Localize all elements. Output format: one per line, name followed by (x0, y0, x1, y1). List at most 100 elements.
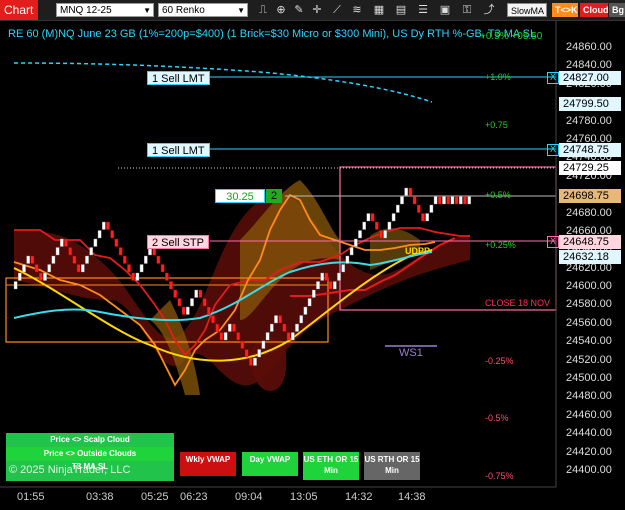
renko-brick-up (400, 196, 404, 205)
renko-brick-down (131, 272, 136, 281)
renko-brick-down (370, 213, 375, 222)
renko-brick-up (354, 238, 358, 247)
renko-brick-down (286, 332, 291, 341)
close-marker-label: CLOSE 18 NOV (485, 298, 551, 308)
renko-brick-up (312, 289, 316, 298)
renko-brick-up (316, 281, 320, 290)
price-axis-tick: 24860.00 (566, 41, 612, 53)
renko-brick-down (219, 332, 224, 341)
renko-brick-down (198, 289, 203, 298)
position-pnl[interactable]: 30.25 (215, 189, 265, 203)
time-axis-label: 14:38 (398, 491, 426, 503)
renko-brick-down (282, 323, 287, 332)
renko-brick-up (307, 298, 312, 307)
renko-brick-down (173, 289, 178, 298)
legend-weekly-vwap[interactable]: Wkly VWAP (180, 452, 236, 476)
price-axis-tick: 24600.00 (566, 280, 612, 293)
renko-brick-up (223, 332, 228, 341)
renko-brick-up (295, 323, 299, 332)
renko-brick-up (299, 315, 304, 324)
price-marker-label: 24799.50 (559, 96, 621, 111)
renko-brick-up (391, 213, 396, 222)
price-axis-tick: 24560.00 (566, 316, 612, 329)
renko-brick-down (454, 196, 459, 205)
renko-brick-up (101, 221, 106, 230)
position-quantity[interactable]: 2 (266, 189, 282, 203)
legend-us-rth-or[interactable]: US RTH OR 15 Min (364, 452, 420, 480)
cancel-order-icon[interactable]: X (547, 144, 559, 157)
renko-brick-down (202, 298, 207, 307)
price-axis-tick: 24840.00 (566, 59, 612, 72)
renko-brick-up (253, 357, 257, 366)
renko-brick-up (80, 264, 85, 273)
renko-brick-down (106, 221, 110, 230)
time-axis-label: 06:23 (180, 491, 208, 503)
renko-brick-down (34, 264, 39, 273)
renko-brick-down (114, 238, 119, 247)
renko-brick-up (47, 264, 51, 273)
time-axis-label: 05:25 (141, 491, 169, 503)
price-marker-label: 24648.75 (559, 235, 621, 250)
price-axis-tick: 24780.00 (566, 114, 612, 127)
price-marker-label: 24632.18 (559, 250, 621, 265)
renko-brick-down (68, 247, 72, 256)
renko-brick-down (39, 272, 43, 281)
percent-level-label: -0.75% (485, 471, 514, 482)
renko-brick-up (396, 204, 400, 213)
slow-ma-dashed-line (13, 62, 433, 103)
renko-brick-down (248, 357, 253, 366)
time-axis-label: 03:38 (86, 491, 114, 503)
renko-brick-down (215, 323, 220, 332)
renko-brick-down (240, 340, 245, 349)
percent-level-label: +0.5% (485, 190, 511, 201)
percent-level-label: -0.25% (485, 356, 514, 367)
renko-brick-up (270, 323, 274, 332)
renko-brick-up (139, 264, 144, 273)
renko-brick-down (438, 196, 442, 205)
renko-brick-up (55, 247, 60, 256)
renko-brick-down (110, 230, 114, 239)
renko-brick-down (181, 306, 186, 315)
cancel-order-icon[interactable]: X (547, 72, 559, 85)
cancel-order-icon[interactable]: X (547, 236, 559, 249)
renko-brick-down (278, 315, 283, 324)
renko-brick-down (122, 255, 127, 264)
percent-level-label: +0.25% (485, 239, 516, 250)
sell-stp-order-tag[interactable]: 2 Sell STP (147, 235, 209, 250)
renko-brick-down (446, 196, 451, 205)
sell-lmt-order-tag[interactable]: 1 Sell LMT (147, 143, 210, 158)
renko-brick-up (51, 255, 56, 264)
renko-brick-down (417, 204, 421, 213)
legend-day-vwap[interactable]: Day VWAP (242, 452, 298, 476)
renko-brick-up (349, 247, 354, 256)
legend-scalp-cloud[interactable]: Price <> Scalp Cloud (6, 433, 174, 447)
udpp-label: UDPP (405, 246, 431, 256)
price-axis-tick: 24500.00 (566, 372, 612, 385)
renko-brick-up (43, 272, 47, 281)
legend-us-eth-or[interactable]: US ETH OR 15 Min (303, 452, 359, 480)
renko-brick-down (164, 272, 169, 281)
renko-brick-down (118, 247, 123, 256)
price-axis-tick: 24520.00 (566, 353, 612, 366)
renko-brick-up (429, 204, 434, 213)
renko-brick-down (375, 221, 379, 230)
price-marker-label: 24698.75 (559, 189, 621, 204)
time-axis-label: 13:05 (290, 491, 318, 503)
renko-brick-down (236, 332, 241, 341)
price-axis-tick: 24420.00 (566, 445, 612, 458)
percent-level-label: +0.75 (485, 120, 508, 131)
renko-brick-up (320, 272, 325, 281)
renko-brick-up (425, 213, 430, 222)
renko-brick-up (89, 247, 93, 256)
renko-brick-up (60, 238, 64, 247)
renko-brick-up (366, 213, 371, 222)
renko-brick-down (379, 230, 383, 239)
renko-brick-up (450, 196, 455, 205)
renko-brick-up (383, 230, 388, 239)
renko-brick-down (127, 264, 131, 273)
legend-outside-clouds[interactable]: Price <> Outside Clouds (6, 447, 174, 461)
renko-brick-up (433, 196, 438, 205)
renko-brick-down (463, 196, 467, 205)
sell-lmt-order-tag[interactable]: 1 Sell LMT (147, 71, 210, 86)
renko-brick-down (244, 349, 249, 358)
